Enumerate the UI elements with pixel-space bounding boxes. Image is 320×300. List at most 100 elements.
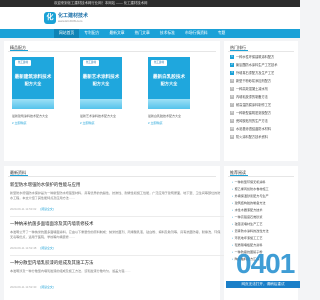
article-item-1: 新型防水增强防水保护的性能与应用 新型防水增强防水保护是为一种新型防水增强型材料… (10, 182, 222, 211)
nav-item-standards[interactable]: 技术标准 (155, 29, 180, 38)
book-caption-2[interactable]: 最新艺术涂料技术配方大全 (80, 114, 126, 118)
book-caption-3[interactable]: 最新白乳胶技术配方大全 (148, 114, 194, 118)
ranking-item-text: 新型干粉砂浆添加剂配方 (236, 79, 272, 83)
ranking-item[interactable]: 1 一种水性环保建筑涂料配方 (230, 55, 296, 60)
watermark-code: 0401 (236, 248, 295, 279)
main-nav: 网站首页 专利配方 最新文章 热门文章 技术标准 市场行情资料 专题 (0, 29, 300, 38)
read-more-link[interactable]: [阅读全文] (40, 285, 53, 289)
ranking-item-text: 一种高效混凝土减水剂 (236, 87, 268, 91)
rank-number: 5 (230, 87, 234, 92)
book-buy-link-2[interactable]: ¥ 立即购买 (80, 121, 95, 125)
ranking-item[interactable]: 7 耐高温防腐涂料制作工艺 (230, 103, 296, 108)
ranking-panel: 热门排行 1 一种水性环保建筑涂料配方 2 聚氨酯防水涂料生产工艺技术 3 外墙真石漆… (224, 41, 298, 161)
article-meta: 2020-09-11 11:53:02 [阅读全文] (10, 207, 222, 211)
nav-item-market-info[interactable]: 市场行情资料 (180, 29, 213, 38)
book-cover-band (12, 99, 54, 109)
ranking-item-text: 水泥基渗透结晶防水材料 (236, 127, 272, 131)
list-item[interactable]: 外墙保温砂浆配方与生产 (232, 194, 292, 199)
articles-title-underline (10, 175, 28, 176)
article-date: 2020-09-11 11:52:48 (10, 246, 37, 251)
nav-item-hot-articles[interactable]: 热门文章 (130, 29, 155, 38)
book-buy-link-1[interactable]: ¥ 立即购买 (12, 121, 27, 125)
book-cover-title: 最新艺术涂料技术 (82, 74, 120, 79)
ranking-item-text: 外墙真石漆配方及生产工艺 (236, 71, 275, 75)
rank-number: 2 (230, 63, 234, 68)
rank-number: 7 (230, 103, 234, 108)
ranking-item-text: 内墙乳胶漆的制备方法 (236, 95, 268, 99)
logo-icon: 化 (44, 12, 56, 24)
featured-formulas-panel: 精品配方 化工建材 最新建筑涂料技术 配方大全 最新建筑涂料技术配方大全 ¥ 立… (4, 41, 220, 161)
article-title[interactable]: 一种纳米抗菌多面墙面涂及其内墙装修技术 (10, 221, 222, 227)
book-cover-subtitle: 配方大全 (160, 81, 178, 86)
logo-url: www.HCJCW.com (58, 19, 83, 23)
rank-number: 6 (230, 95, 234, 100)
article-title[interactable]: 新型防水增强防水保护的性能与应用 (10, 182, 222, 188)
featured-title-underline (10, 50, 28, 51)
top-announcement-text: 欢迎来到化工建材技术网行业网！本网站 —— 化工建材技术网 (54, 1, 148, 5)
book-cover-band (148, 99, 190, 109)
ranking-item-text: 聚氨酯防水涂料生产工艺技术 (236, 63, 278, 67)
book-cover-1[interactable]: 化工建材 最新建筑涂料技术 配方大全 (12, 57, 54, 109)
ranking-item[interactable]: 9 瓷砖胶粘剂的生产方法 (230, 119, 296, 124)
list-item[interactable]: 水性木器漆配方技术 (232, 208, 292, 213)
rank-number: 3 (230, 71, 234, 76)
recommended-divider (228, 176, 294, 177)
featured-divider (8, 51, 216, 52)
article-date: 2020-09-11 11:53:02 (10, 207, 37, 212)
book-buy-link-3[interactable]: ¥ 立即购买 (148, 121, 163, 125)
list-item[interactable]: 一种新型环保无机涂料 (232, 180, 292, 185)
book-caption-1[interactable]: 最新建筑涂料技术配方大全 (12, 114, 58, 118)
nav-item-latest-articles[interactable]: 最新文章 (104, 29, 129, 38)
ranking-item[interactable]: 2 聚氨酯防水涂料生产工艺技术 (230, 63, 296, 68)
articles-divider (8, 176, 216, 177)
rank-number: 8 (230, 111, 234, 116)
article-excerpt: 新型防水增强防水保护是为一种新型防水增强型材料，具有优异的抗裂性、抗渗性、耐候性… (10, 191, 221, 200)
article-meta: 2020-09-11 11:52:30 [阅读全文] (10, 285, 222, 289)
ranking-item[interactable]: 6 内墙乳胶漆的制备方法 (230, 95, 296, 100)
list-item[interactable]: 聚乙烯丙纶防水卷材施工 (232, 187, 292, 192)
ranking-item[interactable]: 3 外墙真石漆配方及生产工艺 (230, 71, 296, 76)
read-more-link[interactable]: [阅读全文] (40, 207, 53, 211)
book-cover-title: 最新建筑涂料技术 (14, 74, 52, 79)
article-date: 2020-09-11 11:52:30 (10, 285, 37, 290)
ranking-item[interactable]: 11 防火涂料配方技术资料 (230, 135, 296, 140)
article-title[interactable]: 一种分散型内墙乳胶漆的组成及其施工方法 (10, 260, 222, 266)
book-cover-subtitle: 配方大全 (24, 81, 42, 86)
list-item[interactable]: 沥青防水涂料的改性方法 (232, 229, 292, 234)
ranking-item[interactable]: 5 一种高效混凝土减水剂 (230, 87, 296, 92)
book-cover-band (80, 99, 122, 109)
ranking-item-text: 耐高温防腐涂料制作工艺 (236, 103, 272, 107)
latest-articles-panel: 最新资料 新型防水增强防水保护的性能与应用 新型防水增强防水保护是为一种新型防水… (4, 166, 224, 300)
book-publisher-logo: 化工建材 (151, 60, 167, 66)
article-meta: 2020-09-11 11:52:48 [阅读全文] (10, 246, 222, 250)
article-excerpt: 本发明涉及一种分散型内墙乳胶漆的组成及施工方法，该乳胶漆分散均匀，遮盖力强…… (10, 269, 131, 273)
ranking-item[interactable]: 4 新型干粉砂浆添加剂配方 (230, 79, 296, 84)
top-announcement-bar: 欢迎来到化工建材技术网行业网！本网站 —— 化工建材技术网 (0, 0, 300, 7)
read-more-link[interactable]: [阅读全文] (40, 246, 53, 250)
book-cover-2[interactable]: 化工建材 最新艺术涂料技术 配方大全 (80, 57, 122, 109)
ranking-item[interactable]: 8 一种新型建筑密封胶配方 (230, 111, 296, 116)
list-item[interactable]: 一种高强度石膏砂浆 (232, 215, 292, 220)
ranking-item-text: 防火涂料配方技术资料 (236, 135, 268, 139)
ranking-item[interactable]: 10 水泥基渗透结晶防水材料 (230, 127, 296, 132)
recommended-title-underline (230, 175, 248, 176)
rank-number: 10 (230, 127, 234, 132)
list-item[interactable]: 硅藻泥墙材生产工艺 (232, 222, 292, 227)
ranking-item-text: 一种水性环保建筑涂料配方 (236, 55, 275, 59)
nav-item-patent-formulas[interactable]: 专利配方 (79, 29, 104, 38)
site-logo[interactable]: 化 化工建材技术 www.HCJCW.com (44, 11, 94, 26)
article-excerpt: 本发明公开了一种纳米抗菌多面墙面涂料，它由以下重量份的原料制成：纳米抗菌剂、丙烯… (10, 230, 221, 239)
nav-item-home[interactable]: 网站首页 (54, 29, 80, 38)
rank-number: 9 (230, 119, 234, 124)
ranking-item-text: 一种新型建筑密封胶配方 (236, 111, 272, 115)
list-item[interactable]: 建筑结构胶的制备方法 (232, 201, 292, 206)
book-publisher-logo: 化工建材 (15, 60, 31, 66)
book-publisher-logo: 化工建材 (83, 60, 99, 66)
book-cover-3[interactable]: 化工建材 最新白乳胶技术 配方大全 (148, 57, 190, 109)
book-cover-title: 最新白乳胶技术 (152, 74, 186, 79)
ranking-item-text: 瓷砖胶粘剂的生产方法 (236, 119, 268, 123)
rank-number: 1 (230, 55, 234, 60)
article-item-2: 一种纳米抗菌多面墙面涂及其内墙装修技术 本发明公开了一种纳米抗菌多面墙面涂料，它… (10, 221, 222, 250)
list-item[interactable]: 环氧地坪漆施工工艺 (232, 236, 292, 241)
nav-item-topics[interactable]: 专题 (213, 29, 231, 38)
